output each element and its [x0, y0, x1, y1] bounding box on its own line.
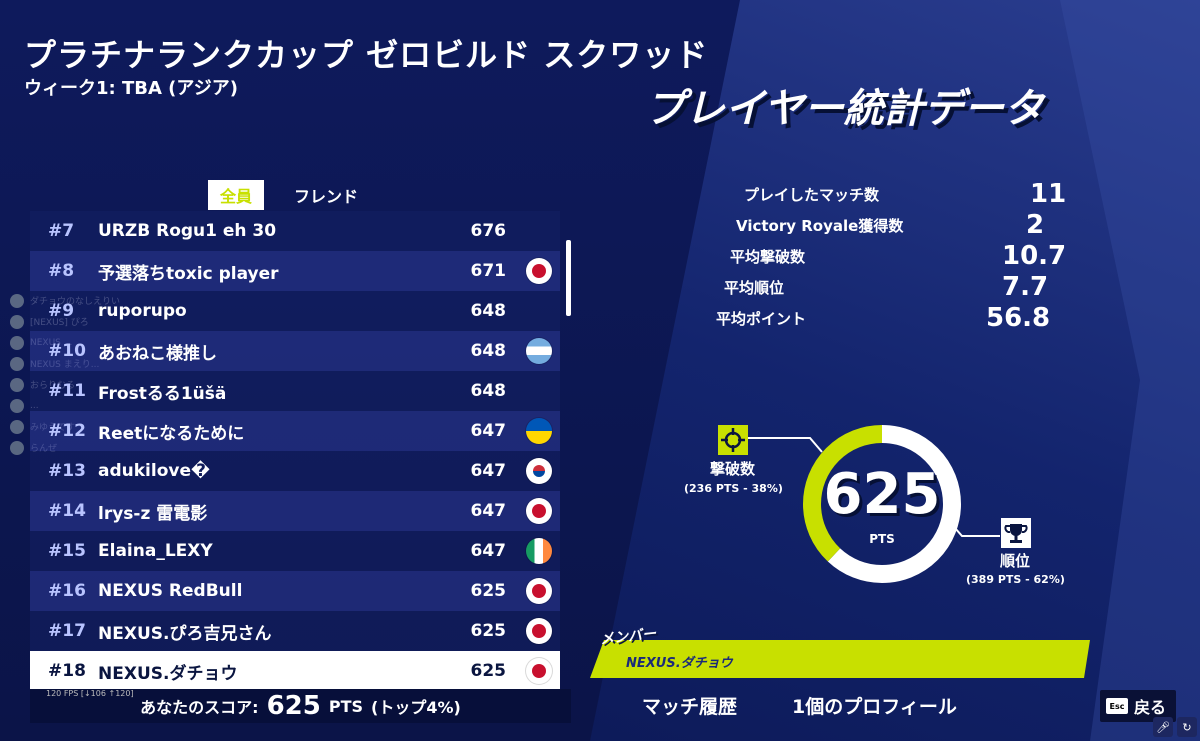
microphone-icon[interactable]: 🎤︎: [1153, 717, 1173, 737]
member-name: NEXUS.ダチョウ: [626, 656, 733, 671]
elim-label: 撃破数: [710, 460, 756, 478]
place-detail: (389 PTS - 62%): [966, 573, 1065, 586]
back-label: 戻る: [1134, 698, 1167, 717]
crosshair-icon: [718, 425, 748, 455]
refresh-icon[interactable]: ↻: [1177, 717, 1197, 737]
donut-total: 625: [823, 462, 941, 527]
profile-button[interactable]: 1個のプロフィール: [792, 692, 957, 719]
match-history-button[interactable]: マッチ履歴: [642, 692, 737, 719]
points-donut-chart: 625 PTS: [800, 422, 964, 586]
elim-detail: (236 PTS - 38%): [684, 482, 783, 495]
place-label: 順位: [1000, 552, 1031, 570]
trophy-icon: [1001, 518, 1031, 548]
donut-unit: PTS: [869, 532, 895, 546]
esc-key-icon: Esc: [1106, 698, 1128, 714]
